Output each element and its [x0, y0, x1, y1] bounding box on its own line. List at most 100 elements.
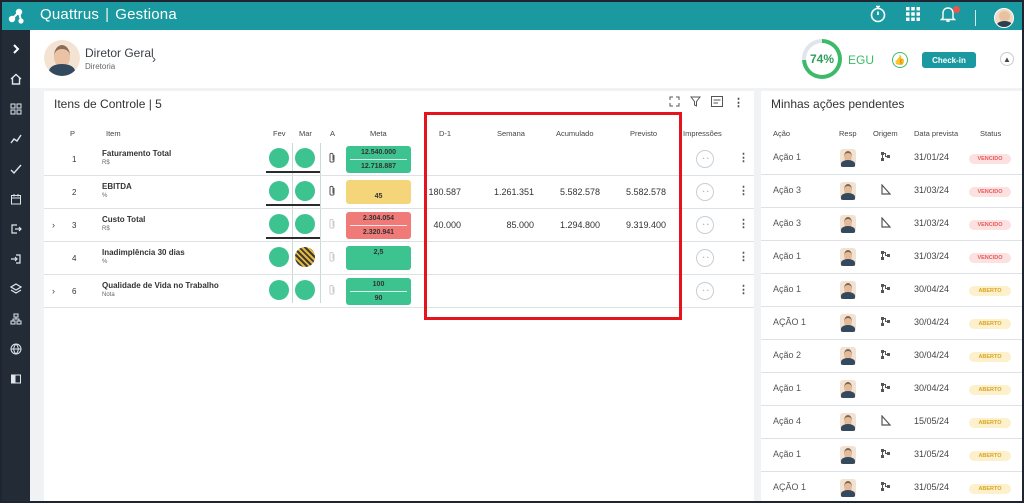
- meta-box: 45: [346, 180, 411, 204]
- impressions-icon[interactable]: ◔◔: [696, 249, 714, 267]
- action-row[interactable]: Ação 3 31/03/24 VENCIDO: [761, 175, 1022, 208]
- status-badge: ABERTO: [969, 352, 1011, 362]
- attachment-icon[interactable]: [328, 218, 336, 233]
- action-row[interactable]: Ação 2 30/04/24 ABERTO: [761, 340, 1022, 373]
- org-chart-icon[interactable]: [2, 304, 30, 334]
- trend-icon[interactable]: [2, 124, 30, 154]
- item-name[interactable]: EBITDA: [102, 182, 132, 191]
- col-a: A: [330, 129, 336, 138]
- expand-row-icon[interactable]: ›: [52, 220, 55, 230]
- table-row[interactable]: 4 Inadimplência 30 dias% 2,5 ◔◔ ⋮: [44, 242, 754, 275]
- filter-icon[interactable]: [689, 96, 702, 110]
- action-name[interactable]: Ação 1: [773, 284, 801, 294]
- due-date: 31/03/24: [914, 251, 950, 261]
- expand-icon[interactable]: [669, 96, 680, 110]
- table-row[interactable]: › 3 Custo Total R$ 2.304.054 2.320.941 40.000 8…: [44, 209, 754, 242]
- action-name[interactable]: Ação 1: [773, 449, 801, 459]
- action-name[interactable]: Ação 3: [773, 218, 801, 228]
- impressions-icon[interactable]: ◔◔: [696, 282, 714, 300]
- score-label: EGU: [848, 53, 875, 67]
- home-icon[interactable]: [2, 64, 30, 94]
- profile-avatar[interactable]: [44, 40, 80, 76]
- stopwatch-icon[interactable]: [869, 5, 887, 30]
- impressions-icon[interactable]: ◔◔: [696, 216, 714, 234]
- impressions-icon[interactable]: ◔◔: [696, 150, 714, 168]
- status-dot-mar[interactable]: [295, 280, 315, 300]
- status-dot-fev[interactable]: [269, 214, 289, 234]
- action-row[interactable]: Ação 1 30/04/24 ABERTO: [761, 274, 1022, 307]
- status-dot-mar[interactable]: [295, 181, 315, 201]
- attachment-icon[interactable]: [328, 251, 336, 266]
- app-logo[interactable]: [2, 2, 30, 30]
- checkin-button[interactable]: Check-in: [922, 52, 976, 68]
- action-name[interactable]: Ação 4: [773, 416, 801, 426]
- action-name[interactable]: AÇÃO 1: [773, 482, 806, 492]
- layers-icon[interactable]: [2, 274, 30, 304]
- action-name[interactable]: AÇÃO 1: [773, 317, 806, 327]
- calendar-icon[interactable]: [2, 184, 30, 214]
- more-vertical-icon[interactable]: ⋮: [733, 96, 744, 110]
- status-dot-fev[interactable]: [269, 181, 289, 201]
- item-name[interactable]: Faturamento Total: [102, 149, 171, 158]
- chevron-right-icon[interactable]: [2, 34, 30, 64]
- attachment-icon[interactable]: [328, 185, 336, 200]
- more-vertical-icon[interactable]: ⋮: [738, 283, 749, 296]
- action-row[interactable]: Ação 1 31/01/24 VENCIDO: [761, 142, 1022, 175]
- action-name[interactable]: Ação 3: [773, 185, 801, 195]
- book-icon[interactable]: [2, 364, 30, 394]
- status-dot-mar[interactable]: [295, 247, 315, 267]
- priority: 4: [72, 254, 77, 263]
- status-dot-fev[interactable]: [269, 148, 289, 168]
- user-name[interactable]: Diretor Geral: [85, 46, 154, 60]
- action-row[interactable]: Ação 1 31/05/24 ABERTO: [761, 439, 1022, 472]
- item-name[interactable]: Custo Total: [102, 215, 145, 224]
- globe-icon[interactable]: [2, 334, 30, 364]
- chevron-up-icon[interactable]: ▲: [1000, 52, 1014, 66]
- settings-panel-icon[interactable]: [711, 96, 723, 110]
- brand-title[interactable]: Quattrus | Gestiona: [40, 6, 177, 23]
- status-dot-mar[interactable]: [295, 214, 315, 234]
- action-name[interactable]: Ação 2: [773, 350, 801, 360]
- action-row[interactable]: AÇÃO 1 30/04/24 ABERTO: [761, 307, 1022, 340]
- action-row[interactable]: Ação 1 30/04/24 ABERTO: [761, 373, 1022, 406]
- check-icon[interactable]: [2, 154, 30, 184]
- status-dot-fev[interactable]: [269, 247, 289, 267]
- thumbs-up-icon[interactable]: 👍: [892, 52, 908, 68]
- table-row[interactable]: › 6 Qualidade de Vida no Trabalho Nota 100 90…: [44, 275, 754, 308]
- action-row[interactable]: Ação 4 15/05/24 ABERTO: [761, 406, 1022, 439]
- chevron-right-icon[interactable]: ›: [152, 52, 156, 66]
- status-dot-fev[interactable]: [269, 280, 289, 300]
- item-name[interactable]: Inadimplência 30 dias: [102, 248, 185, 257]
- item-name[interactable]: Qualidade de Vida no Trabalho: [102, 281, 219, 290]
- d1-value: 40.000: [433, 220, 461, 230]
- table-row[interactable]: 2 EBITDA% 45 180.587 1.261.351 5.582.578 5.582…: [44, 176, 754, 209]
- semana-value: 85.000: [506, 220, 534, 230]
- more-vertical-icon[interactable]: ⋮: [738, 217, 749, 230]
- status-dot-mar[interactable]: [295, 148, 315, 168]
- more-vertical-icon[interactable]: ⋮: [738, 151, 749, 164]
- attachment-icon[interactable]: [328, 152, 336, 167]
- dashboard-icon[interactable]: [2, 94, 30, 124]
- due-date: 31/01/24: [914, 152, 950, 162]
- action-row[interactable]: Ação 3 31/03/24 VENCIDO: [761, 208, 1022, 241]
- more-vertical-icon[interactable]: ⋮: [738, 184, 749, 197]
- divider: [975, 9, 976, 26]
- expand-row-icon[interactable]: ›: [52, 286, 55, 296]
- attachment-icon[interactable]: [328, 284, 336, 299]
- responsible-avatar: [840, 248, 856, 266]
- impressions-icon[interactable]: ◔◔: [696, 183, 714, 201]
- more-vertical-icon[interactable]: ⋮: [738, 250, 749, 263]
- action-name[interactable]: Ação 1: [773, 383, 801, 393]
- action-name[interactable]: Ação 1: [773, 152, 801, 162]
- bell-icon[interactable]: [939, 5, 960, 30]
- apps-grid-icon[interactable]: [905, 6, 921, 29]
- user-avatar[interactable]: [994, 7, 1014, 28]
- acumulado-value: 1.294.800: [559, 220, 600, 230]
- export-icon[interactable]: [2, 214, 30, 244]
- action-row[interactable]: AÇÃO 1 31/05/24 ABERTO: [761, 472, 1022, 501]
- previsto-value: 9.319.400: [625, 220, 666, 230]
- exit-icon[interactable]: [2, 244, 30, 274]
- action-row[interactable]: Ação 1 31/03/24 VENCIDO: [761, 241, 1022, 274]
- action-name[interactable]: Ação 1: [773, 251, 801, 261]
- table-row[interactable]: 1 Faturamento Total R$ 12.540.000 12.718.887…: [44, 143, 754, 176]
